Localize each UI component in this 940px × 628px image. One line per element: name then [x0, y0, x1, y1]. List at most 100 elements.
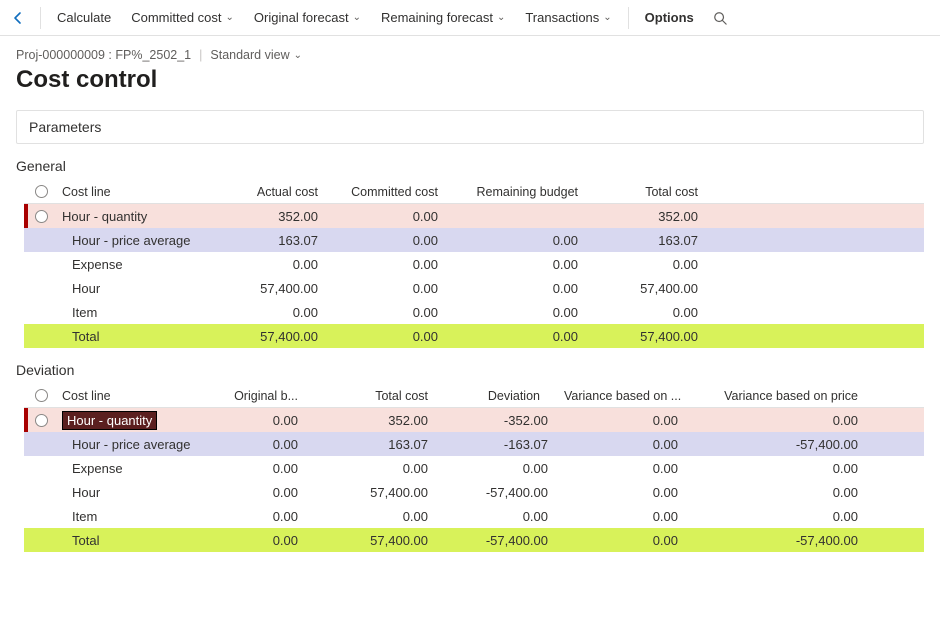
cell-total-cost: 57,400.00: [314, 485, 444, 500]
cell-variance-price: 0.00: [694, 509, 874, 524]
col-header-committed-cost[interactable]: Committed cost: [334, 185, 454, 199]
cell-committed-cost: 0.00: [334, 305, 454, 320]
original-forecast-label: Original forecast: [254, 10, 349, 25]
calculate-label: Calculate: [57, 10, 111, 25]
transactions-menu[interactable]: Transactions⌄: [517, 6, 619, 29]
radio-icon: [35, 389, 48, 402]
remaining-forecast-menu[interactable]: Remaining forecast⌄: [373, 6, 513, 29]
cell-cost-line: Total: [54, 329, 214, 344]
original-forecast-menu[interactable]: Original forecast ⌄: [246, 6, 369, 29]
general-title: General: [16, 156, 924, 180]
table-row[interactable]: Item0.000.000.000.000.00: [24, 504, 924, 528]
col-header-actual-cost[interactable]: Actual cost: [214, 185, 334, 199]
table-row[interactable]: Total0.0057,400.00-57,400.000.00-57,400.…: [24, 528, 924, 552]
col-header-original-budget[interactable]: Original b...: [214, 389, 314, 403]
row-leftbar: [24, 252, 28, 276]
cell-committed-cost: 0.00: [334, 233, 454, 248]
cell-variance-price: -57,400.00: [694, 533, 874, 548]
committed-cost-menu[interactable]: Committed cost ⌄: [123, 6, 242, 29]
select-all-radio[interactable]: [28, 185, 54, 198]
calculate-button[interactable]: Calculate: [49, 6, 119, 29]
cell-cost-line: Expense: [54, 257, 214, 272]
arrow-left-icon: [10, 10, 26, 26]
table-row[interactable]: Hour - price average163.070.000.00163.07: [24, 228, 924, 252]
table-row[interactable]: Total57,400.000.000.0057,400.00: [24, 324, 924, 348]
cell-total-cost: 163.07: [594, 233, 714, 248]
cell-original-budget: 0.00: [214, 509, 314, 524]
row-radio[interactable]: [28, 414, 54, 427]
cell-actual-cost: 57,400.00: [214, 329, 334, 344]
row-leftbar: [24, 432, 28, 456]
col-header-remaining-budget[interactable]: Remaining budget: [454, 185, 594, 199]
chevron-down-icon: ⌄: [603, 12, 611, 23]
back-button[interactable]: [8, 8, 28, 28]
radio-icon: [35, 210, 48, 223]
standard-view-dropdown[interactable]: Standard view ⌄: [210, 48, 302, 62]
general-grid-header: Cost line Actual cost Committed cost Rem…: [24, 180, 924, 204]
options-menu[interactable]: Options: [637, 6, 702, 29]
cell-total-cost: 0.00: [594, 257, 714, 272]
cell-original-budget: 0.00: [214, 437, 314, 452]
chevron-down-icon: ⌄: [353, 12, 361, 23]
cell-actual-cost: 352.00: [214, 209, 334, 224]
cell-total-cost: 0.00: [594, 305, 714, 320]
table-row[interactable]: Item0.000.000.000.00: [24, 300, 924, 324]
row-leftbar: [24, 528, 28, 552]
cell-committed-cost: 0.00: [334, 209, 454, 224]
table-row[interactable]: Hour0.0057,400.00-57,400.000.000.00: [24, 480, 924, 504]
cell-committed-cost: 0.00: [334, 329, 454, 344]
cell-variance-price: 0.00: [694, 461, 874, 476]
parameters-section: Parameters: [16, 110, 924, 144]
col-header-variance-price[interactable]: Variance based on price: [694, 389, 874, 403]
radio-icon: [35, 185, 48, 198]
cell-cost-line: Item: [54, 509, 214, 524]
page-header: Proj-000000009 : FP%_2502_1 | Standard v…: [0, 36, 940, 102]
cell-deviation: -163.07: [444, 437, 564, 452]
table-row[interactable]: Expense0.000.000.000.000.00: [24, 456, 924, 480]
table-row[interactable]: Hour57,400.000.000.0057,400.00: [24, 276, 924, 300]
table-row[interactable]: Hour - price average0.00163.07-163.070.0…: [24, 432, 924, 456]
cell-actual-cost: 0.00: [214, 305, 334, 320]
committed-cost-label: Committed cost: [131, 10, 221, 25]
toolbar-divider: [40, 7, 41, 29]
row-leftbar: [24, 276, 28, 300]
cell-cost-line: Hour - price average: [54, 233, 214, 248]
cell-original-budget: 0.00: [214, 533, 314, 548]
cell-highlight: Hour - quantity: [62, 411, 157, 430]
cell-deviation: 0.00: [444, 509, 564, 524]
cell-total-cost: 0.00: [314, 509, 444, 524]
col-header-total-cost[interactable]: Total cost: [594, 185, 714, 199]
col-header-total-cost[interactable]: Total cost: [314, 389, 444, 403]
col-header-variance-quantity[interactable]: Variance based on ...: [564, 389, 694, 403]
table-row[interactable]: Hour - quantity0.00352.00-352.000.000.00: [24, 408, 924, 432]
col-header-cost-line[interactable]: Cost line: [54, 185, 214, 199]
cell-remaining-budget: 0.00: [454, 233, 594, 248]
cell-cost-line: Expense: [54, 461, 214, 476]
cell-deviation: -57,400.00: [444, 485, 564, 500]
cell-total-cost: 0.00: [314, 461, 444, 476]
cell-total-cost: 57,400.00: [594, 329, 714, 344]
row-leftbar: [24, 228, 28, 252]
cell-variance-quantity: 0.00: [564, 485, 694, 500]
col-header-deviation[interactable]: Deviation: [444, 389, 564, 403]
cell-variance-price: 0.00: [694, 485, 874, 500]
table-row[interactable]: Expense0.000.000.000.00: [24, 252, 924, 276]
cell-variance-quantity: 0.00: [564, 461, 694, 476]
cell-cost-line: Hour - quantity: [54, 411, 214, 430]
page-title: Cost control: [16, 66, 924, 94]
table-row[interactable]: Hour - quantity352.000.00352.00: [24, 204, 924, 228]
cell-total-cost: 57,400.00: [594, 281, 714, 296]
cell-deviation: -57,400.00: [444, 533, 564, 548]
row-radio[interactable]: [28, 210, 54, 223]
cell-variance-quantity: 0.00: [564, 533, 694, 548]
search-button[interactable]: [710, 8, 730, 28]
select-all-radio[interactable]: [28, 389, 54, 402]
cell-variance-price: 0.00: [694, 413, 874, 428]
col-header-cost-line[interactable]: Cost line: [54, 389, 214, 403]
cell-actual-cost: 57,400.00: [214, 281, 334, 296]
general-grid: Cost line Actual cost Committed cost Rem…: [24, 180, 924, 348]
cell-original-budget: 0.00: [214, 413, 314, 428]
cell-total-cost: 57,400.00: [314, 533, 444, 548]
parameters-header[interactable]: Parameters: [17, 111, 923, 143]
chevron-down-icon: ⌄: [226, 12, 234, 23]
